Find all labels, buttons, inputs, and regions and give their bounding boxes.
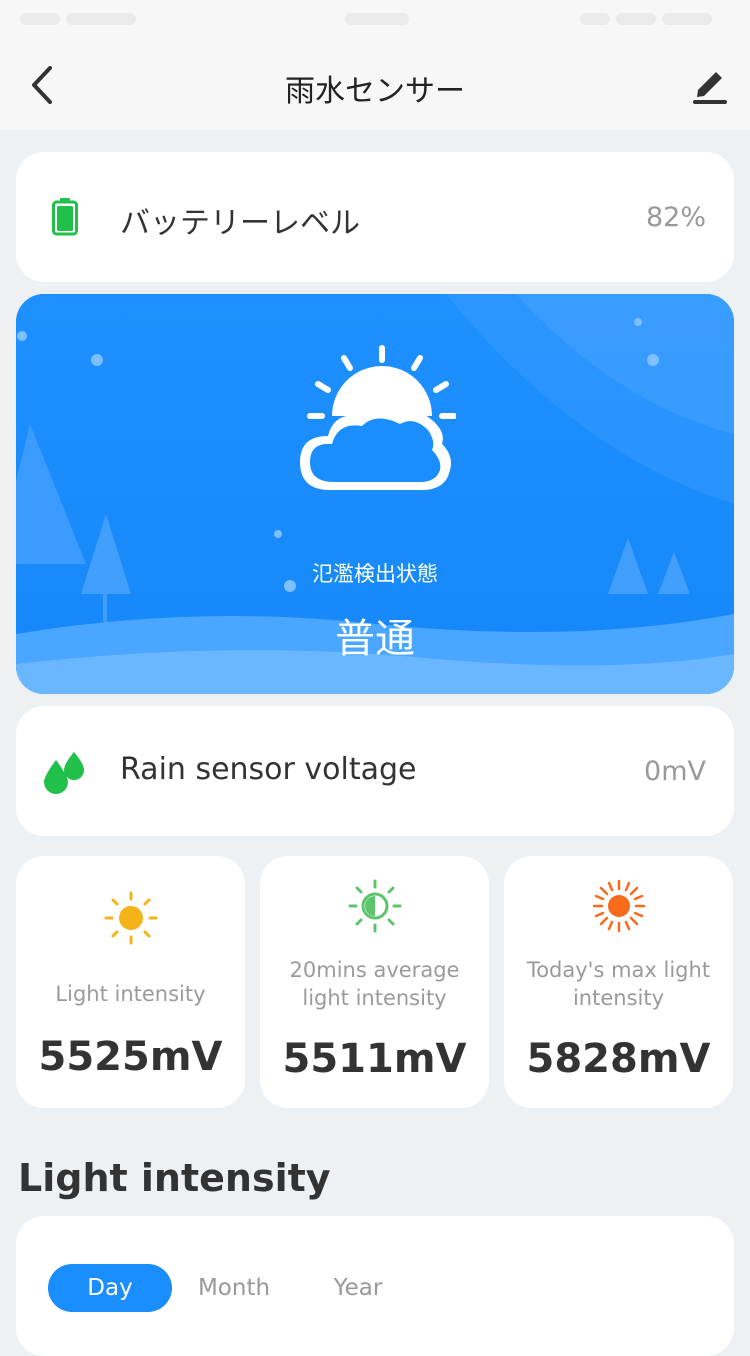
light-intensity-caption: Light intensity: [55, 982, 206, 1006]
sun-max-icon: [592, 879, 645, 933]
chart-card: Day Month Year: [16, 1216, 734, 1356]
max-light-intensity-card: Today's max light intensity 5828mV: [504, 856, 733, 1108]
max-light-intensity-caption: Today's max light intensity: [526, 958, 711, 1010]
half-sun-icon: [348, 879, 401, 933]
status-bar-battery: [580, 8, 730, 28]
average-light-intensity-value: 5511mV: [282, 1036, 467, 1082]
pencil-icon: [693, 72, 727, 104]
battery-level-card: バッテリーレベル 82%: [16, 152, 734, 282]
light-intensity-value: 5525mV: [38, 1034, 223, 1080]
edit-button[interactable]: [690, 62, 730, 106]
sun-icon: [104, 891, 157, 945]
max-light-intensity-value: 5828mV: [526, 1036, 711, 1082]
battery-icon: [52, 198, 78, 240]
tab-day[interactable]: Day: [48, 1264, 172, 1312]
navigation-bar: 雨水センサー: [0, 40, 750, 130]
rain-voltage-value: 0mV: [644, 756, 706, 787]
light-intensity-card: Light intensity 5525mV: [16, 856, 245, 1108]
status-bar-time: [345, 8, 415, 28]
page-title: 雨水センサー: [285, 74, 465, 109]
battery-value: 82%: [645, 202, 706, 233]
rain-sensor-voltage-card: Rain sensor voltage 0mV: [16, 706, 734, 836]
partly-cloudy-icon: [300, 345, 456, 490]
status-bar-signal: [20, 8, 180, 28]
battery-label: バッテリーレベル: [120, 206, 360, 241]
tab-year[interactable]: Year: [310, 1264, 406, 1312]
status-bar: [0, 0, 750, 40]
rain-voltage-label: Rain sensor voltage: [120, 752, 417, 787]
average-light-intensity-caption: 20mins average light intensity: [289, 958, 460, 1010]
average-light-intensity-card: 20mins average light intensity 5511mV: [260, 856, 489, 1108]
section-title: Light intensity: [18, 1156, 331, 1200]
water-drops-icon: [42, 750, 86, 798]
flood-status-value: 普通: [335, 616, 415, 662]
flood-status-card: 氾濫検出状態 普通: [16, 294, 734, 694]
flood-status-label: 氾濫検出状態: [312, 562, 438, 586]
tab-month[interactable]: Month: [186, 1264, 282, 1312]
